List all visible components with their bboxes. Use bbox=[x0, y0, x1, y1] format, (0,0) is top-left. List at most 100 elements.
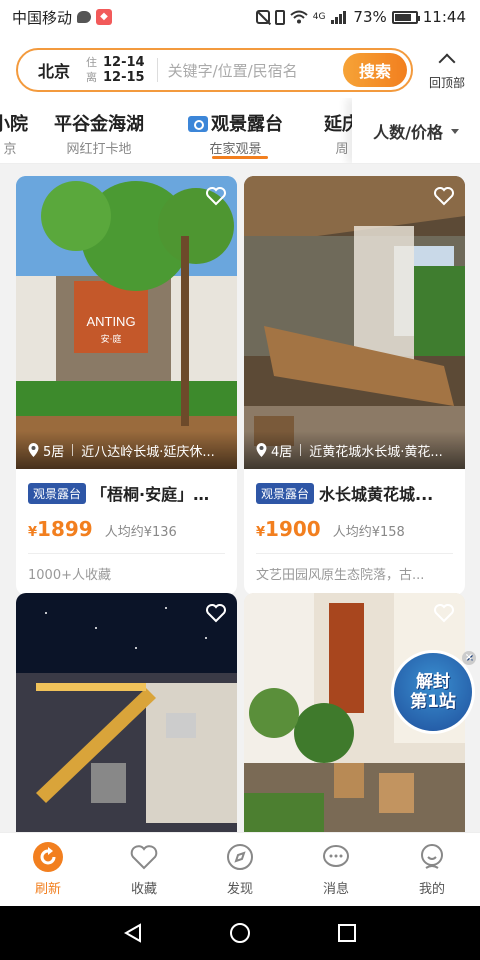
checkin-date: 12-14 bbox=[103, 55, 145, 70]
nav-label: 我的 bbox=[418, 882, 445, 897]
per-person-price: 人均约¥136 bbox=[104, 525, 177, 540]
listing-card[interactable]: ANTING 安·庭 5居 近八达岭长城·延庆休... 观景露台 「梧桐·安庭」… bbox=[16, 176, 237, 595]
bottom-navigation: 刷新 收藏 发现 消息 我的 bbox=[0, 832, 480, 906]
promo-line1: 解封 bbox=[416, 672, 450, 692]
back-to-top-button[interactable]: 回顶部 bbox=[426, 46, 468, 91]
tab-subtitle: 网红打卡地 bbox=[66, 142, 132, 157]
city-selector[interactable]: 北京 bbox=[38, 58, 78, 82]
nav-label: 消息 bbox=[322, 882, 349, 897]
checkin-label: 住 bbox=[86, 56, 97, 69]
tab-title: 观景露台 bbox=[211, 114, 283, 135]
listing-subtitle: 文艺田园风原生态院落，古... bbox=[256, 568, 425, 583]
listing-subtitle: 1000+人收藏 bbox=[28, 568, 111, 583]
tab-subtitle: 在家观景 bbox=[209, 142, 262, 157]
tab-viewing-terrace[interactable]: 观景露台 在家观景 bbox=[188, 110, 283, 157]
camera-icon bbox=[188, 116, 208, 132]
search-header: 北京 住 12-14 离 12-15 关键字/位置/民宿名 搜索 回顶部 bbox=[0, 34, 480, 98]
message-icon bbox=[323, 845, 349, 867]
category-tag: 观景露台 bbox=[256, 482, 315, 504]
mute-icon bbox=[255, 10, 270, 24]
listing-photo[interactable]: 4居 近黄花城水长城·黄花... bbox=[244, 176, 465, 469]
nav-discover[interactable]: 发现 bbox=[192, 833, 288, 906]
location-bar: 4居 近黄花城水长城·黄花... bbox=[244, 431, 465, 469]
tab-pinggu[interactable]: 平谷金海湖 网红打卡地 bbox=[54, 110, 144, 157]
terrace-photo bbox=[244, 176, 465, 469]
divider bbox=[300, 444, 302, 456]
back-to-top-label: 回顶部 bbox=[428, 76, 465, 90]
battery-percent: 73% bbox=[353, 8, 387, 26]
signal-icon bbox=[331, 11, 347, 24]
tab-title: 小院 bbox=[0, 114, 28, 135]
listing-card[interactable]: 4居 近黄花城水长城·黄花... 观景露台 水长城黄花城... ¥1900 人均… bbox=[244, 176, 465, 595]
profile-face-icon bbox=[421, 844, 443, 869]
favorite-heart-icon[interactable] bbox=[433, 603, 455, 623]
caret-down-icon bbox=[450, 128, 459, 134]
app-screen: 中国移动 ◆ 4G 73% 11:44 北京 住 12-14 离 12-15 关键字… bbox=[0, 0, 480, 960]
promo-line2: 第1站 bbox=[410, 692, 456, 712]
nav-refresh[interactable]: 刷新 bbox=[0, 833, 96, 906]
nav-label: 收藏 bbox=[130, 882, 157, 897]
listing-price: ¥1900 bbox=[256, 517, 321, 541]
tab-subtitle: 京 bbox=[3, 142, 17, 157]
nav-label: 发现 bbox=[226, 882, 253, 897]
listing-title: 「梧桐·安庭」轻... bbox=[91, 485, 225, 504]
promo-floating-badge[interactable]: 解封 第1站 × bbox=[391, 650, 476, 734]
listing-card[interactable] bbox=[16, 593, 237, 843]
filter-people-price[interactable]: 人数/价格 bbox=[352, 98, 480, 163]
date-selector[interactable]: 住 12-14 离 12-15 bbox=[86, 55, 145, 85]
room-count: 4居 bbox=[271, 444, 293, 460]
close-icon[interactable]: × bbox=[462, 651, 476, 665]
divider bbox=[72, 444, 74, 456]
listing-price: ¥1899 bbox=[28, 517, 93, 541]
recents-icon[interactable] bbox=[336, 922, 358, 944]
per-person-price: 人均约¥158 bbox=[332, 525, 405, 540]
search-box[interactable]: 北京 住 12-14 离 12-15 关键字/位置/民宿名 搜索 bbox=[16, 48, 413, 92]
wifi-icon bbox=[290, 10, 308, 24]
network-type: 4G bbox=[312, 12, 326, 22]
location-pin-icon bbox=[256, 443, 267, 457]
back-icon[interactable] bbox=[122, 922, 144, 944]
listing-title: 水长城黄花城... bbox=[319, 485, 434, 504]
checkout-label: 离 bbox=[86, 71, 97, 84]
listing-photo[interactable]: ANTING 安·庭 5居 近八达岭长城·延庆休... bbox=[16, 176, 237, 469]
battery-icon bbox=[391, 10, 420, 24]
location-text: 近八达岭长城·延庆休... bbox=[81, 444, 215, 460]
app-notification-icon: ◆ bbox=[96, 9, 113, 25]
refresh-icon bbox=[33, 842, 63, 872]
message-icon bbox=[77, 11, 92, 23]
active-tab-indicator bbox=[212, 156, 268, 159]
compass-icon bbox=[227, 844, 253, 870]
system-navigation-bar bbox=[0, 906, 480, 960]
favorite-heart-icon[interactable] bbox=[205, 603, 227, 623]
vibrate-icon bbox=[274, 9, 285, 25]
nav-label: 刷新 bbox=[34, 882, 61, 897]
clock: 11:44 bbox=[422, 8, 466, 26]
favorite-heart-icon[interactable] bbox=[433, 186, 455, 206]
checkout-date: 12-15 bbox=[103, 70, 145, 85]
location-pin-icon bbox=[28, 443, 39, 457]
location-text: 近黄花城水长城·黄花... bbox=[309, 444, 443, 460]
courtyard-photo: ANTING 安·庭 bbox=[16, 176, 237, 469]
tab-courtyard[interactable]: 小院 京 bbox=[0, 110, 28, 157]
favorite-heart-icon[interactable] bbox=[205, 186, 227, 206]
listing-photo[interactable] bbox=[16, 593, 237, 843]
home-icon[interactable] bbox=[229, 922, 251, 944]
night-stairs-photo bbox=[16, 593, 237, 843]
category-tabs: 小院 京 平谷金海湖 网红打卡地 观景露台 在家观景 延庆 周 人数/价格 bbox=[0, 98, 480, 164]
sign-subtext: 安·庭 bbox=[101, 333, 122, 345]
tab-title: 平谷金海湖 bbox=[54, 114, 144, 135]
nav-messages[interactable]: 消息 bbox=[288, 833, 384, 906]
category-tag: 观景露台 bbox=[28, 482, 87, 504]
chevron-up-icon bbox=[438, 53, 456, 71]
room-count: 5居 bbox=[43, 444, 65, 460]
carrier-name: 中国移动 bbox=[12, 8, 73, 27]
filter-label: 人数/价格 bbox=[373, 123, 443, 142]
sign-text: ANTING bbox=[86, 314, 135, 329]
status-bar: 中国移动 ◆ 4G 73% 11:44 bbox=[0, 0, 480, 34]
search-button[interactable]: 搜索 bbox=[343, 53, 407, 87]
nav-favorites[interactable]: 收藏 bbox=[96, 833, 192, 906]
nav-profile[interactable]: 我的 bbox=[384, 833, 480, 906]
divider bbox=[156, 58, 158, 82]
location-bar: 5居 近八达岭长城·延庆休... bbox=[16, 431, 237, 469]
search-input[interactable]: 关键字/位置/民宿名 bbox=[168, 60, 343, 81]
